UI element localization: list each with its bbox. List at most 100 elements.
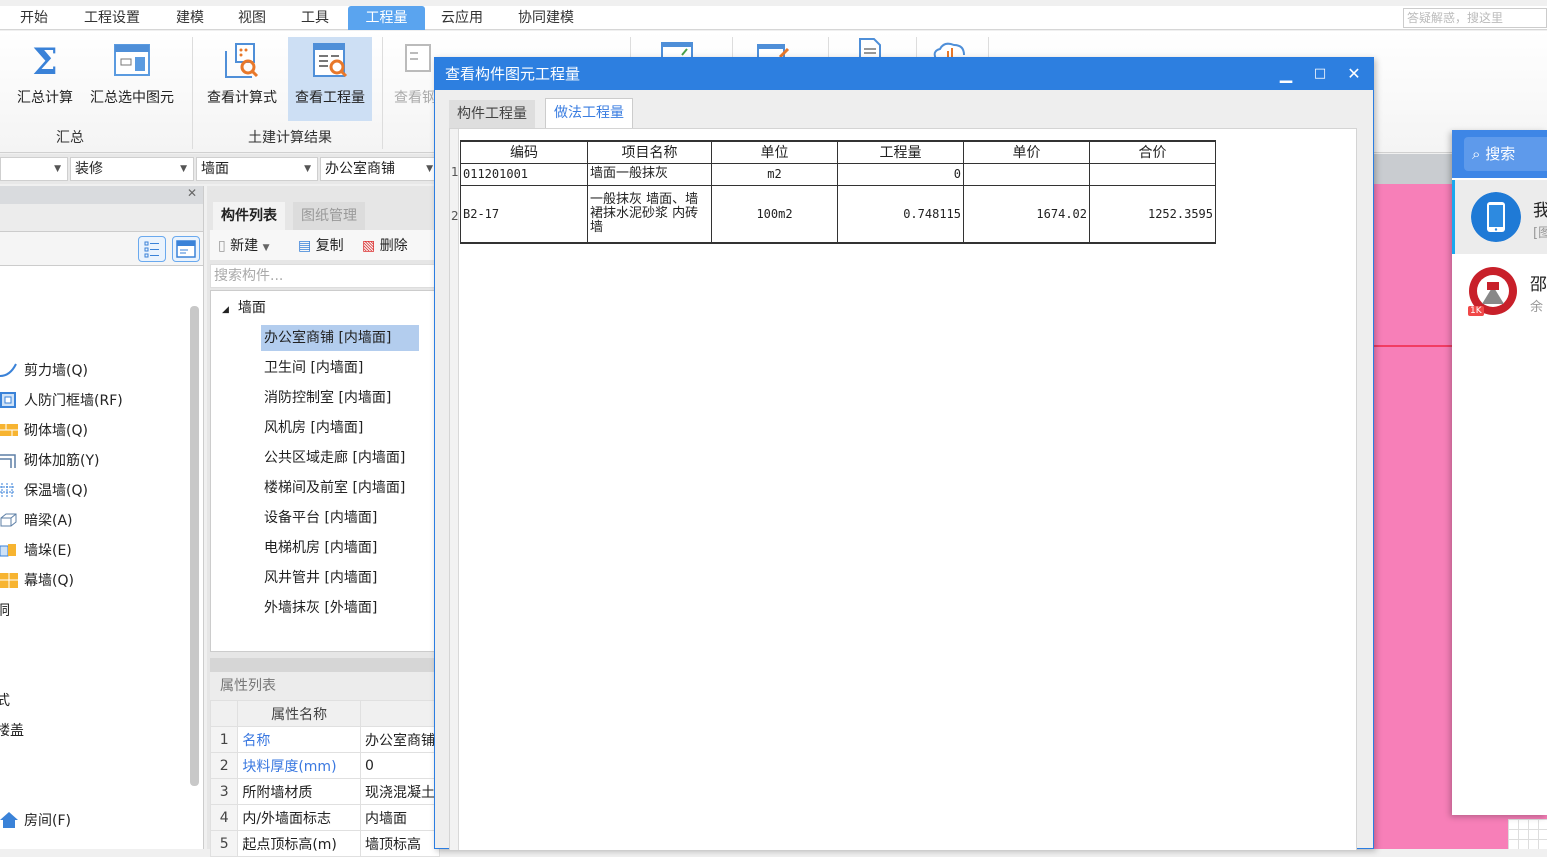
component-select[interactable]: 办公室商铺 ▼ <box>320 157 440 181</box>
ribbon-separator <box>828 37 829 57</box>
properties-title: 属性列表 <box>210 672 440 700</box>
cloud-report-icon <box>933 42 965 59</box>
menu-quantities[interactable]: 工程量 <box>348 6 425 30</box>
conversation-item[interactable]: 我 [图 <box>1452 180 1547 254</box>
tree-item-civil-defense-wall[interactable]: 人防门框墙(RF) <box>0 386 123 416</box>
quantity-search-icon <box>313 43 348 78</box>
col-header-quantity[interactable]: 工程量 <box>837 140 964 164</box>
formula-search-icon <box>225 43 259 78</box>
tree-item-masonry-wall[interactable]: 砌体墙(Q) <box>0 416 88 446</box>
menu-project-settings[interactable]: 工程设置 <box>78 6 146 30</box>
view-rebar-button[interactable]: 查看钢 <box>390 37 434 121</box>
view-quantity-button[interactable]: 查看工程量 <box>288 37 372 121</box>
panel-splitter[interactable] <box>210 658 440 672</box>
maximize-button[interactable]: □ <box>1305 58 1335 90</box>
phone-avatar-icon <box>1471 192 1521 242</box>
component-item[interactable]: 消防控制室 [内墙面] <box>261 385 394 411</box>
ribbon-separator <box>630 37 631 57</box>
summary-calc-button[interactable]: Σ 汇总计算 <box>10 37 80 121</box>
component-item[interactable]: 外墙抹灰 [外墙面] <box>261 595 380 621</box>
property-row[interactable]: 2 块料厚度(mm) 0 <box>209 752 440 779</box>
component-item[interactable]: 公共区域走廊 [内墙面] <box>261 445 408 471</box>
svg-text:Σ: Σ <box>32 41 57 81</box>
property-row[interactable]: 3 所附墙材质 现浇混凝土 <box>209 778 440 805</box>
search-icon: ⌕ <box>1472 145 1481 163</box>
delete-button[interactable]: ▧ 删除 <box>362 235 408 255</box>
component-item[interactable]: 办公室商铺 [内墙面] <box>261 325 419 351</box>
col-header-code[interactable]: 编码 <box>460 140 588 164</box>
component-item[interactable]: 楼梯间及前室 [内墙面] <box>261 475 408 501</box>
component-item[interactable]: 电梯机房 [内墙面] <box>261 535 380 561</box>
chat-header: ⌕ 搜索 <box>1452 130 1547 178</box>
close-icon: ✕ <box>1347 64 1361 83</box>
tree-item-insulation-wall[interactable]: 保温墙(Q) <box>0 476 88 506</box>
selector-bar: ▼ 装修 ▼ 墙面 ▼ 办公室商铺 ▼ <box>0 154 440 184</box>
menu-cloud[interactable]: 云应用 <box>435 6 489 30</box>
property-row[interactable]: 1 名称 办公室商铺 <box>209 726 440 753</box>
hidden-beam-icon <box>0 513 17 527</box>
type-select[interactable]: 墙面 ▼ <box>196 157 318 181</box>
minimize-button[interactable]: ▁ <box>1271 58 1301 90</box>
conversation-item[interactable]: 1K 邵 余 <box>1452 254 1547 328</box>
copy-button[interactable]: ▤ 复制 <box>298 235 344 255</box>
row-number: 2 <box>451 209 459 223</box>
panel-header: ✕ <box>0 186 203 204</box>
close-icon[interactable]: ✕ <box>187 186 197 200</box>
tree-item-opening[interactable]: 洞 <box>0 596 10 626</box>
menu-modeling[interactable]: 建模 <box>170 6 210 30</box>
list-view-button[interactable] <box>138 236 166 262</box>
tree-item-partial[interactable]: 式 <box>0 686 10 716</box>
ribbon-separator <box>382 37 383 149</box>
menu-start[interactable]: 开始 <box>14 6 54 30</box>
row-number: 1 <box>451 165 459 179</box>
component-item[interactable]: 设备平台 [内墙面] <box>261 505 380 531</box>
chat-search-input[interactable]: ⌕ 搜索 <box>1464 137 1547 171</box>
property-row[interactable]: 5 起点顶标高(m) 墙顶标高 <box>209 830 440 857</box>
tree-group-wall-surface[interactable]: ◢ 墙面 <box>219 295 269 321</box>
dialog-title-bar[interactable]: 查看构件图元工程量 ▁ □ ✕ <box>435 58 1373 90</box>
summary-selected-button[interactable]: 汇总选中图元 <box>84 37 180 121</box>
properties-table: 属性名称 1 名称 办公室商铺 2 块料厚度(mm) 0 3 所附墙材质 现浇混凝土 4 内/… <box>209 700 440 857</box>
component-tree: ◢ 墙面 办公室商铺 [内墙面] 卫生间 [内墙面] 消防控制室 [内墙面] 风… <box>210 290 440 652</box>
property-row[interactable]: 4 内/外墙面标志 内墙面 <box>209 804 440 831</box>
component-item[interactable]: 卫生间 [内墙面] <box>261 355 366 381</box>
tree-item-curtain-wall[interactable]: 幕墙(Q) <box>0 566 74 596</box>
component-item[interactable]: 风机房 [内墙面] <box>261 415 366 441</box>
tree-item-wall-pier[interactable]: 墙垛(E) <box>0 536 72 566</box>
wall-pier-icon <box>0 544 16 557</box>
close-button[interactable]: ✕ <box>1339 58 1369 90</box>
tab-drawing-management[interactable]: 图纸管理 <box>293 202 365 230</box>
table-edit-icon <box>757 44 790 59</box>
tree-item-floor-cover[interactable]: 楼盖 <box>0 716 24 746</box>
tree-item-hidden-beam[interactable]: 暗梁(A) <box>0 506 73 536</box>
view-formula-button[interactable]: 查看计算式 <box>200 37 284 121</box>
menu-collab-modeling[interactable]: 协同建模 <box>512 6 580 30</box>
tree-item-shear-wall[interactable]: 剪力墙(Q) <box>0 356 88 386</box>
tab-method-quantity[interactable]: 做法工程量 <box>545 98 633 128</box>
component-item[interactable]: 风井管井 [内墙面] <box>261 565 380 591</box>
tree-item-masonry-rebar[interactable]: 砌体加筋(Y) <box>0 446 99 476</box>
menu-view[interactable]: 视图 <box>232 6 272 30</box>
tree-item-room[interactable]: 房间(F) <box>0 806 71 836</box>
window-view-button[interactable] <box>172 236 200 262</box>
component-search-input[interactable]: 搜索构件... <box>210 264 440 288</box>
floor-select[interactable]: ▼ <box>0 157 68 181</box>
help-search-input[interactable]: 答疑解惑，搜这里 <box>1403 8 1547 28</box>
table-check-icon <box>661 42 693 59</box>
table-row[interactable]: 011201001 墙面一般抹灰 m2 0 <box>460 162 1216 186</box>
table-row[interactable]: B2-17 一般抹灰 墙面、墙裙抹水泥砂浆 内砖墙 100m2 0.748115… <box>460 184 1216 244</box>
tab-component-list[interactable]: 构件列表 <box>213 202 285 230</box>
col-header-total-price[interactable]: 合价 <box>1089 140 1216 164</box>
col-header-unit[interactable]: 单位 <box>711 140 838 164</box>
new-button[interactable]: ▯ 新建 ▼ <box>218 235 270 255</box>
menu-tools[interactable]: 工具 <box>295 6 335 30</box>
tab-component-quantity[interactable]: 构件工程量 <box>449 100 535 128</box>
col-header-item-name[interactable]: 项目名称 <box>587 140 712 164</box>
list-icon <box>144 241 159 258</box>
category-select[interactable]: 装修 ▼ <box>70 157 194 181</box>
scrollbar[interactable] <box>190 306 199 786</box>
minimize-icon: ▁ <box>1279 64 1293 83</box>
row-number-strip <box>450 129 459 850</box>
col-header-unit-price[interactable]: 单价 <box>963 140 1090 164</box>
ribbon-separator <box>988 37 989 57</box>
